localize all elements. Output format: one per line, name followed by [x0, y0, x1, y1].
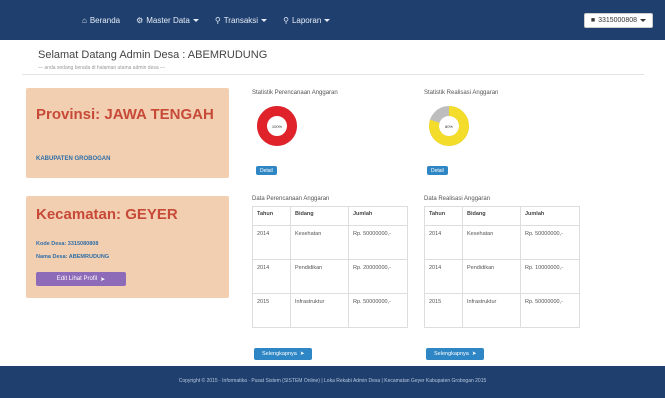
table-row: 2014 Kesehatan Rp. 50000000,-: [252, 225, 408, 260]
table-cell: 2014: [252, 225, 291, 260]
table-row: 2014 Kesehatan Rp. 50000000,-: [424, 225, 580, 260]
user-menu-label: 3315000808: [598, 17, 637, 24]
stat-realisasi-title: Statistik Realisasi Anggaran: [424, 90, 499, 96]
table-perencanaan-title: Data Perencanaan Anggaran: [252, 196, 330, 202]
column-header: Jumlah: [520, 206, 580, 226]
column-header: Tahun: [424, 206, 463, 226]
button-label: Selengkapnya: [262, 351, 297, 357]
nav-item-label: Beranda: [89, 15, 121, 25]
table-cell: Rp. 10000000,-: [520, 259, 580, 294]
search-icon: ⚲: [283, 15, 289, 25]
top-navbar: ⌂ Beranda ⚙ Master Data ⚲ Transaksi ⚲ La…: [0, 0, 665, 40]
table-cell: Rp. 50000000,-: [520, 225, 580, 260]
user-menu-button[interactable]: ■ 3315000808: [583, 13, 653, 28]
detail-badge-realisasi[interactable]: Detail: [427, 166, 448, 175]
page-title: Selamat Datang Admin Desa : ABEMRUDUNG: [38, 49, 268, 61]
button-label: Selengkapnya: [434, 351, 469, 357]
table-row: 2014 Pendidikan Rp. 20000000,-: [252, 259, 408, 294]
table-row: 2015 Infrastruktur Rp. 50000000,-: [252, 293, 408, 328]
table-cell: Rp. 20000000,-: [348, 259, 408, 294]
table-cell: 2014: [252, 259, 291, 294]
donut-percent-label: 100%: [272, 124, 283, 129]
kabupaten-label: KABUPATEN GROBOGAN: [36, 156, 111, 162]
nav-item-transaksi[interactable]: ⚲ Transaksi: [214, 15, 268, 25]
footer: Copyright © 2015 · Informatika · Pusat S…: [0, 366, 665, 398]
kode-desa-label: Kode Desa: 3315080808: [36, 241, 99, 247]
table-cell: 2014: [424, 259, 463, 294]
realisasi-donut-chart: 80%: [429, 106, 469, 146]
table-cell: Pendidikan: [462, 259, 521, 294]
search-icon: ⚲: [214, 15, 221, 25]
column-header: Bidang: [462, 206, 521, 226]
nav-item-laporan[interactable]: ⚲ Laporan: [283, 15, 331, 25]
realisasi-table: Tahun Bidang Jumlah 2014 Kesehatan Rp. 5…: [424, 206, 580, 328]
arrow-right-icon: ➤: [299, 351, 305, 357]
table-cell: Rp. 50000000,-: [520, 293, 580, 328]
chevron-down-icon: [192, 18, 199, 22]
table-cell: 2015: [424, 293, 463, 328]
detail-badge-perencanaan[interactable]: Detail: [256, 166, 277, 175]
column-header: Bidang: [290, 206, 349, 226]
kecamatan-panel: Kecamatan: GEYER Kode Desa: 3315080808 N…: [26, 196, 229, 298]
gear-icon: ⚙: [136, 15, 144, 25]
table-cell: 2015: [252, 293, 291, 328]
kecamatan-title: Kecamatan: GEYER: [36, 206, 178, 223]
arrow-right-icon: ➤: [100, 276, 106, 283]
table-cell: Infrastruktur: [290, 293, 349, 328]
table-cell: 2014: [424, 225, 463, 260]
arrow-right-icon: ➤: [471, 351, 477, 357]
table-header-row: Tahun Bidang Jumlah: [252, 206, 408, 226]
nav-menu: ⌂ Beranda ⚙ Master Data ⚲ Transaksi ⚲ La…: [82, 0, 346, 40]
profile-button-label: Edit Lihat Profil: [56, 276, 98, 282]
table-cell: Infrastruktur: [462, 293, 521, 328]
table-header-row: Tahun Bidang Jumlah: [424, 206, 580, 226]
column-header: Jumlah: [348, 206, 408, 226]
perencanaan-table: Tahun Bidang Jumlah 2014 Kesehatan Rp. 5…: [252, 206, 408, 328]
table-cell: Rp. 50000000,-: [348, 293, 408, 328]
nama-desa-label: Nama Desa: ABEMRUDUNG: [36, 254, 110, 260]
header-divider: [22, 74, 644, 75]
selengkapnya-button-perencanaan[interactable]: Selengkapnya ➤: [254, 348, 313, 360]
province-panel: Provinsi: JAWA TENGAH KABUPATEN GROBOGAN: [26, 88, 229, 178]
user-icon: ■: [590, 17, 596, 24]
footer-copyright: Copyright © 2015 · Informatika · Pusat S…: [178, 378, 487, 384]
nav-item-label: Master Data: [146, 15, 190, 25]
nav-item-label: Transaksi: [223, 15, 259, 25]
table-realisasi-title: Data Realisasi Anggaran: [424, 196, 491, 202]
table-cell: Kesehatan: [290, 225, 349, 260]
chevron-down-icon: [640, 19, 646, 22]
stat-perencanaan-title: Statistik Perencanaan Anggaran: [252, 90, 338, 96]
donut-percent-label: 80%: [445, 124, 453, 129]
chevron-down-icon: [261, 18, 268, 22]
table-cell: Pendidikan: [290, 259, 349, 294]
table-cell: Kesehatan: [462, 225, 521, 260]
nav-item-label: Laporan: [291, 15, 322, 25]
perencanaan-donut-chart: 100%: [257, 106, 297, 146]
nav-item-master-data[interactable]: ⚙ Master Data: [136, 16, 199, 25]
table-row: 2015 Infrastruktur Rp. 50000000,-: [424, 293, 580, 328]
table-cell: Rp. 50000000,-: [348, 225, 408, 260]
table-row: 2014 Pendidikan Rp. 10000000,-: [424, 259, 580, 294]
chevron-down-icon: [324, 18, 331, 22]
column-header: Tahun: [252, 206, 291, 226]
profile-button[interactable]: Edit Lihat Profil ➤: [36, 272, 126, 286]
home-icon: ⌂: [82, 15, 87, 25]
page-subtitle: — anda sedang berada di halaman utama ad…: [38, 65, 166, 71]
nav-item-beranda[interactable]: ⌂ Beranda: [82, 16, 120, 25]
selengkapnya-button-realisasi[interactable]: Selengkapnya ➤: [426, 348, 485, 360]
province-title: Provinsi: JAWA TENGAH: [36, 106, 214, 123]
